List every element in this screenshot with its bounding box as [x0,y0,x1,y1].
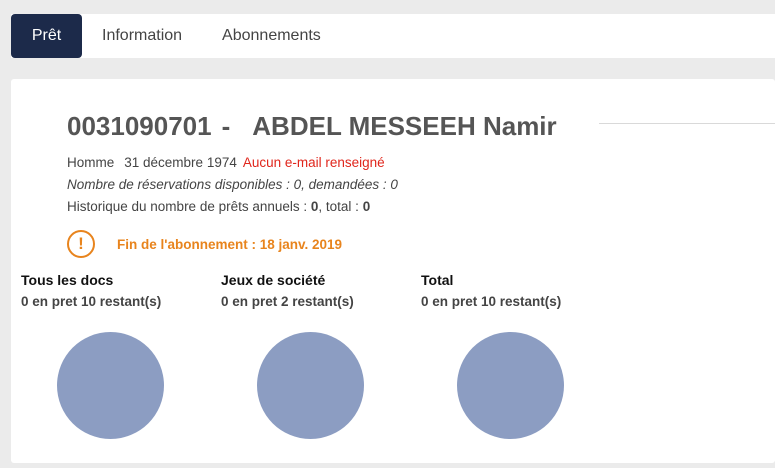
patron-gender: Homme [67,155,115,170]
reservations-info: Nombre de réservations disponibles : 0, … [67,177,398,192]
quota-pie-chart [457,332,564,439]
tab-information[interactable]: Information [82,14,202,58]
email-missing-notice: Aucun e-mail renseigné [242,155,385,170]
quota-title: Jeux de société [221,272,326,288]
patron-identity-line: Homme 31 décembre 1974 Aucun e-mail rensei… [67,155,385,170]
patron-card: 0031090701 - ABDEL MESSEEH Namir Homme 31… [11,79,775,463]
patron-header: 0031090701 - ABDEL MESSEEH Namir [67,111,557,142]
header-separator: - [221,111,231,141]
patron-name: ABDEL MESSEEH Namir [252,111,557,141]
patron-birth-date: 31 décembre 1974 [124,155,237,170]
history-total-label: , total : [318,199,363,214]
quota-title: Total [421,272,454,288]
header-divider [599,123,775,124]
quota-all-docs: Tous les docs 0 en pret 10 restant(s) [21,272,201,439]
quota-board-games: Jeux de société 0 en pret 2 restant(s) [221,272,401,439]
quota-summary: 0 en pret 2 restant(s) [221,294,354,309]
quota-summary: 0 en pret 10 restant(s) [21,294,162,309]
subscription-end-text: Fin de l'abonnement : 18 janv. 2019 [117,236,343,252]
quota-pie-chart [257,332,364,439]
quota-summary: 0 en pret 10 restant(s) [421,294,562,309]
quota-pie-chart [57,332,164,439]
subscription-warning: ! Fin de l'abonnement : 18 janv. 2019 [67,230,342,258]
loan-history: Historique du nombre de prêts annuels : … [67,199,370,214]
history-total-count: 0 [362,199,371,214]
quota-title: Tous les docs [21,272,114,288]
exclamation-icon: ! [67,230,95,258]
quota-total: Total 0 en pret 10 restant(s) [421,272,601,439]
tab-bar: Prêt Information Abonnements [11,14,775,58]
tab-abonnements[interactable]: Abonnements [202,14,341,58]
patron-id: 0031090701 [67,111,212,141]
history-label: Historique du nombre de prêts annuels : [67,199,311,214]
tab-pret[interactable]: Prêt [11,14,82,58]
